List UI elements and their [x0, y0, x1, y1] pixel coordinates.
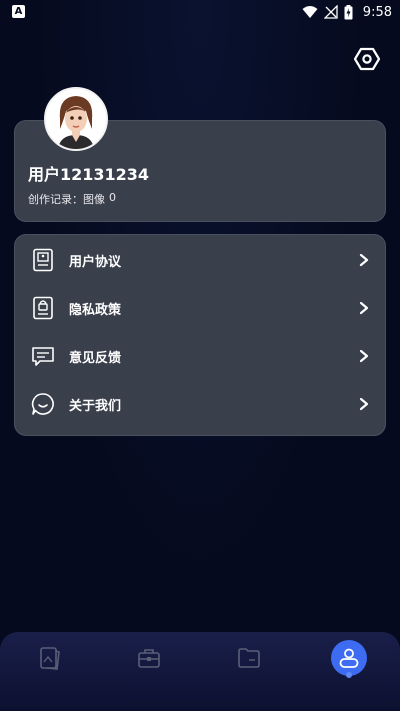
chevron-right-icon: [359, 253, 369, 267]
notification-app-icon: A: [12, 5, 25, 18]
profile-icon: [339, 648, 359, 668]
profile-screen: A 9:58 用户12131234 创作记录： 图像 0 用户协议 隐私政策 意…: [0, 0, 400, 711]
menu-item-feedback[interactable]: 意见反馈: [15, 333, 387, 379]
chevron-right-icon: [359, 397, 369, 411]
chevron-right-icon: [359, 349, 369, 363]
cartoon-girl-avatar: [46, 89, 106, 149]
document-lock-icon: [33, 296, 53, 320]
status-icons: 9:58: [302, 3, 392, 21]
image-count: 0: [109, 191, 116, 204]
nav-toolbox[interactable]: [131, 640, 167, 676]
nav-profile[interactable]: [331, 640, 367, 676]
username: 用户12131234: [28, 165, 150, 184]
nav-gallery[interactable]: [32, 640, 68, 676]
status-bar: A 9:58: [0, 0, 400, 24]
bottom-nav: [0, 632, 400, 711]
creation-record-label: 创作记录：: [28, 193, 83, 206]
image-label: 图像: [83, 193, 105, 206]
chat-bubble-icon: [31, 393, 54, 415]
nav-folder[interactable]: [231, 640, 267, 676]
menu-item-privacy-policy[interactable]: 隐私政策: [15, 285, 387, 331]
gallery-icon: [40, 647, 60, 670]
menu-item-user-agreement[interactable]: 用户协议: [15, 237, 387, 283]
battery-charging-icon: [344, 4, 353, 19]
document-user-icon: [33, 248, 53, 272]
signal-off-icon: [323, 5, 338, 19]
avatar[interactable]: [44, 87, 108, 151]
settings-button[interactable]: [353, 46, 381, 72]
wifi-icon: [302, 6, 318, 18]
menu-item-about-us[interactable]: 关于我们: [15, 381, 387, 427]
menu-item-label: 关于我们: [69, 398, 122, 414]
menu-card: 用户协议 隐私政策 意见反馈 关于我们: [14, 234, 386, 436]
status-time: 9:58: [362, 4, 392, 20]
menu-item-label: 用户协议: [69, 254, 122, 270]
chevron-right-icon: [359, 301, 369, 315]
toolbox-icon: [138, 649, 160, 668]
settings-hexagon-icon: [353, 47, 381, 71]
active-indicator-dot: [346, 672, 352, 678]
creation-record: 创作记录： 图像 0: [28, 191, 116, 207]
menu-item-label: 意见反馈: [69, 350, 122, 366]
menu-item-label: 隐私政策: [69, 302, 122, 318]
message-icon: [32, 347, 54, 366]
folder-icon: [238, 648, 260, 668]
